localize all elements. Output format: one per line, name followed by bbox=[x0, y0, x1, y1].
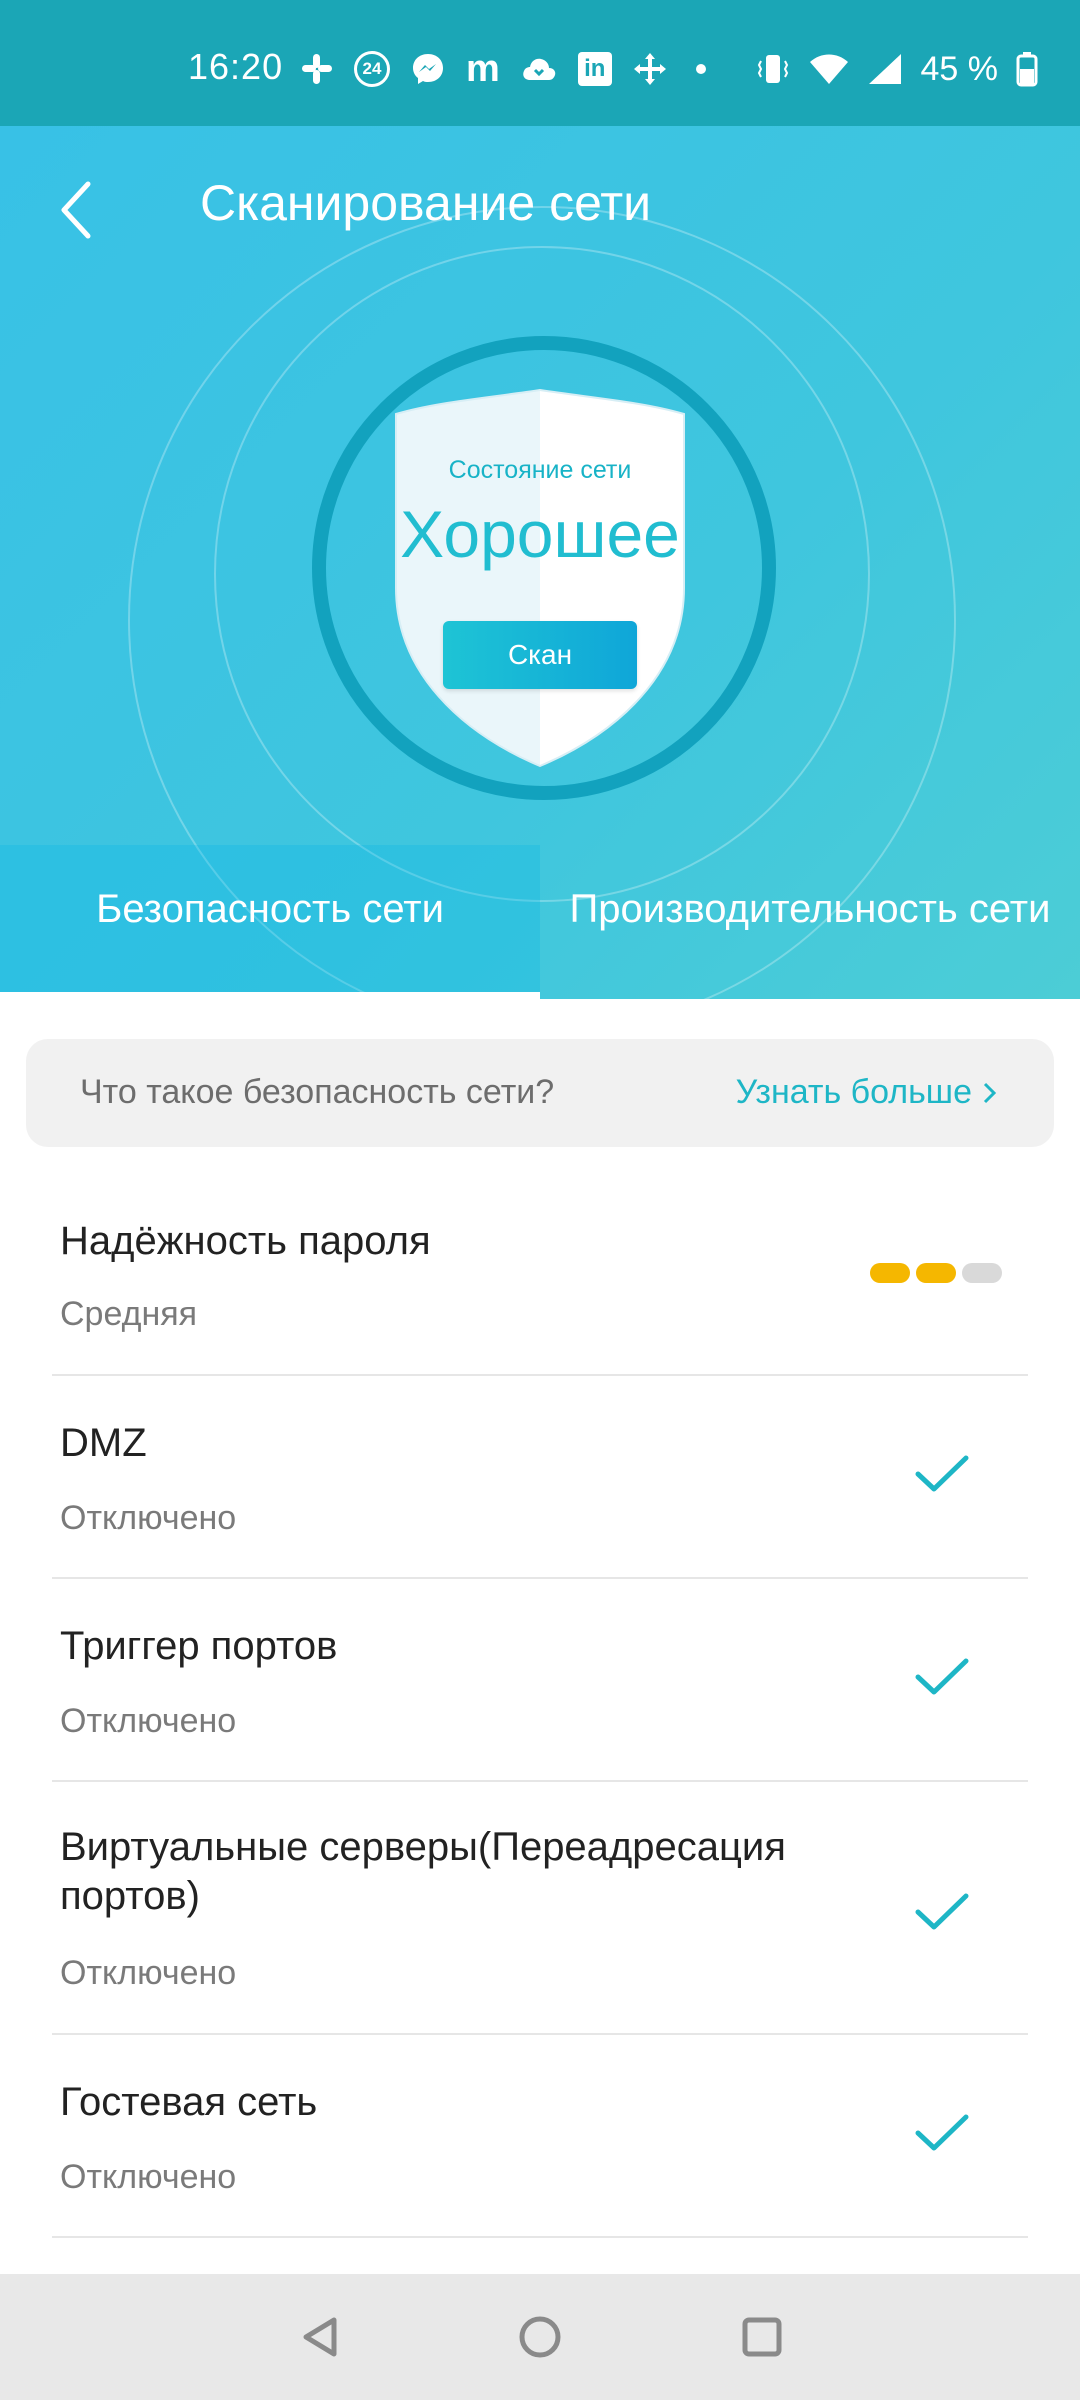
cellular-signal-icon bbox=[867, 52, 903, 86]
page-title: Сканирование сети bbox=[200, 175, 652, 231]
cloud-icon bbox=[520, 54, 558, 84]
strength-segment-1 bbox=[870, 1263, 910, 1283]
shield-icon bbox=[395, 388, 685, 768]
security-checks-list: Надёжность пароля Средняя DMZ Отключено … bbox=[0, 1165, 1080, 2238]
back-button[interactable] bbox=[52, 170, 112, 250]
system-status: 45 % bbox=[755, 44, 1039, 94]
item-title: Гостевая сеть bbox=[60, 2080, 318, 2124]
item-status: Отключено bbox=[60, 2158, 237, 2196]
chevron-right-icon bbox=[983, 1082, 997, 1103]
triangle-back-icon bbox=[303, 2317, 337, 2357]
tab-performance[interactable]: Производительность сети bbox=[540, 845, 1080, 999]
tab-active-indicator bbox=[0, 992, 540, 999]
notification-icons: 24 m in bbox=[300, 44, 706, 94]
learn-more-label: Узнать больше bbox=[735, 1073, 972, 1111]
check-icon bbox=[915, 1893, 969, 1930]
nav-home-button[interactable] bbox=[515, 2312, 565, 2362]
info-question: Что такое безопасность сети? bbox=[80, 1073, 555, 1111]
battery-icon bbox=[1016, 51, 1038, 87]
list-item-dmz[interactable]: DMZ Отключено bbox=[0, 1374, 1080, 1579]
password-strength-meter bbox=[870, 1263, 1002, 1283]
check-icon bbox=[915, 1658, 969, 1695]
nav-back-button[interactable] bbox=[296, 2312, 346, 2362]
item-status: Средняя bbox=[60, 1295, 198, 1333]
scan-button[interactable]: Скан bbox=[443, 621, 637, 689]
tab-security[interactable]: Безопасность сети bbox=[0, 845, 540, 999]
wifi-icon bbox=[809, 52, 849, 86]
messenger-icon bbox=[410, 51, 446, 87]
network-status-label: Состояние сети bbox=[448, 456, 632, 484]
network-status-value: Хорошее bbox=[400, 497, 680, 571]
check-icon bbox=[915, 1455, 969, 1492]
strength-segment-3 bbox=[962, 1263, 1002, 1283]
battery-percent: 45 % bbox=[920, 49, 999, 88]
check-icon bbox=[915, 2114, 969, 2151]
system-nav-bar bbox=[0, 2274, 1080, 2400]
strength-segment-2 bbox=[916, 1263, 956, 1283]
list-item-port-trigger[interactable]: Триггер портов Отключено bbox=[0, 1577, 1080, 1782]
divider bbox=[52, 2236, 1028, 2238]
dot-icon bbox=[695, 64, 706, 74]
item-title: Виртуальные серверы(Переадресация портов… bbox=[60, 1825, 786, 1918]
linkedin-icon: in bbox=[577, 52, 612, 86]
item-title: Надёжность пароля bbox=[60, 1219, 431, 1263]
chevron-left-icon bbox=[61, 181, 91, 239]
tab-bar: Безопасность сети Производительность сет… bbox=[0, 845, 1080, 999]
square-recents-icon bbox=[742, 2317, 782, 2357]
list-item-guest-network[interactable]: Гостевая сеть Отключено bbox=[0, 2033, 1080, 2238]
list-item-password-strength[interactable]: Надёжность пароля Средняя bbox=[0, 1165, 1080, 1376]
news24-icon: 24 bbox=[354, 51, 390, 87]
item-title: Триггер портов bbox=[60, 1624, 338, 1668]
item-status: Отключено bbox=[60, 1954, 237, 1992]
nav-recents-button[interactable] bbox=[737, 2312, 787, 2362]
circle-home-icon bbox=[519, 2316, 561, 2358]
slack-icon bbox=[300, 52, 334, 86]
list-item-virtual-servers[interactable]: Виртуальные серверы(Переадресация портов… bbox=[0, 1780, 1080, 2035]
move-icon bbox=[632, 51, 668, 87]
item-status: Отключено bbox=[60, 1702, 237, 1740]
status-bar: 16:20 24 m in 45 % bbox=[0, 0, 1080, 126]
item-status: Отключено bbox=[60, 1499, 237, 1537]
learn-more-link[interactable]: Узнать больше bbox=[736, 1073, 998, 1112]
info-banner: Что такое безопасность сети? Узнать боль… bbox=[26, 1039, 1054, 1147]
item-title: DMZ bbox=[60, 1421, 147, 1465]
m-app-icon: m bbox=[466, 47, 500, 90]
vibrate-icon bbox=[755, 51, 791, 87]
status-time: 16:20 bbox=[188, 46, 284, 87]
